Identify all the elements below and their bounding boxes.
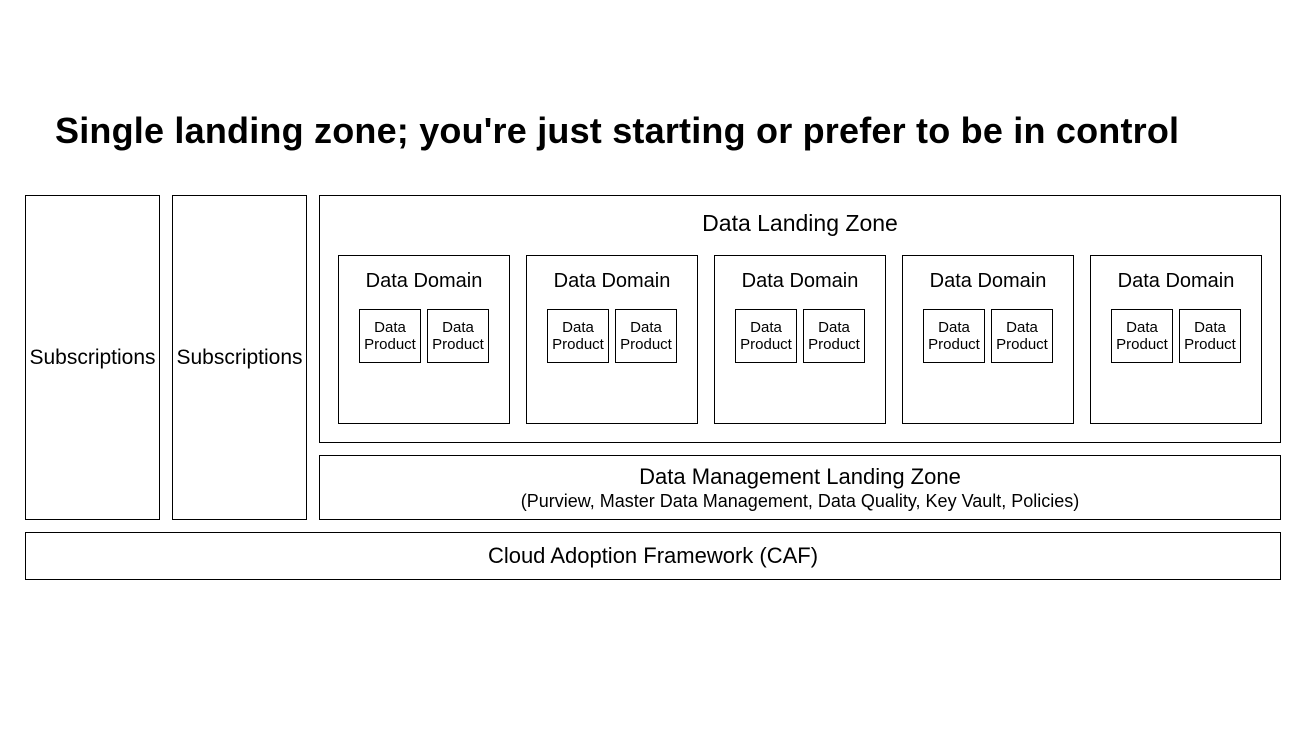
products-row: Data Product Data Product [723, 309, 877, 363]
data-product: Data Product [1179, 309, 1241, 363]
top-row: Subscriptions Subscriptions Data Landing… [25, 195, 1281, 520]
products-row: Data Product Data Product [911, 309, 1065, 363]
domain-title: Data Domain [930, 270, 1047, 293]
domain-title: Data Domain [554, 270, 671, 293]
domain-title: Data Domain [742, 270, 859, 293]
data-product: Data Product [359, 309, 421, 363]
data-domain-5: Data Domain Data Product Data Product [1090, 255, 1262, 424]
data-product: Data Product [615, 309, 677, 363]
products-row: Data Product Data Product [535, 309, 689, 363]
products-row: Data Product Data Product [1099, 309, 1253, 363]
subscriptions-box-1: Subscriptions [25, 195, 160, 520]
domain-title: Data Domain [366, 270, 483, 293]
dmlz-title: Data Management Landing Zone [639, 464, 961, 490]
cloud-adoption-framework: Cloud Adoption Framework (CAF) [25, 532, 1281, 580]
data-domain-3: Data Domain Data Product Data Product [714, 255, 886, 424]
dlz-title: Data Landing Zone [338, 210, 1262, 237]
products-row: Data Product Data Product [347, 309, 501, 363]
data-product: Data Product [803, 309, 865, 363]
data-domain-4: Data Domain Data Product Data Product [902, 255, 1074, 424]
architecture-diagram: Subscriptions Subscriptions Data Landing… [25, 195, 1281, 580]
subscriptions-box-2: Subscriptions [172, 195, 307, 520]
dmlz-subtitle: (Purview, Master Data Management, Data Q… [521, 491, 1080, 512]
right-column: Data Landing Zone Data Domain Data Produ… [319, 195, 1281, 520]
data-product: Data Product [1111, 309, 1173, 363]
data-product: Data Product [427, 309, 489, 363]
data-product: Data Product [547, 309, 609, 363]
domains-row: Data Domain Data Product Data Product Da… [338, 255, 1262, 424]
data-domain-2: Data Domain Data Product Data Product [526, 255, 698, 424]
data-management-landing-zone: Data Management Landing Zone (Purview, M… [319, 455, 1281, 520]
data-domain-1: Data Domain Data Product Data Product [338, 255, 510, 424]
data-product: Data Product [991, 309, 1053, 363]
data-product: Data Product [923, 309, 985, 363]
data-product: Data Product [735, 309, 797, 363]
page-title: Single landing zone; you're just startin… [55, 110, 1179, 152]
data-landing-zone: Data Landing Zone Data Domain Data Produ… [319, 195, 1281, 443]
domain-title: Data Domain [1118, 270, 1235, 293]
